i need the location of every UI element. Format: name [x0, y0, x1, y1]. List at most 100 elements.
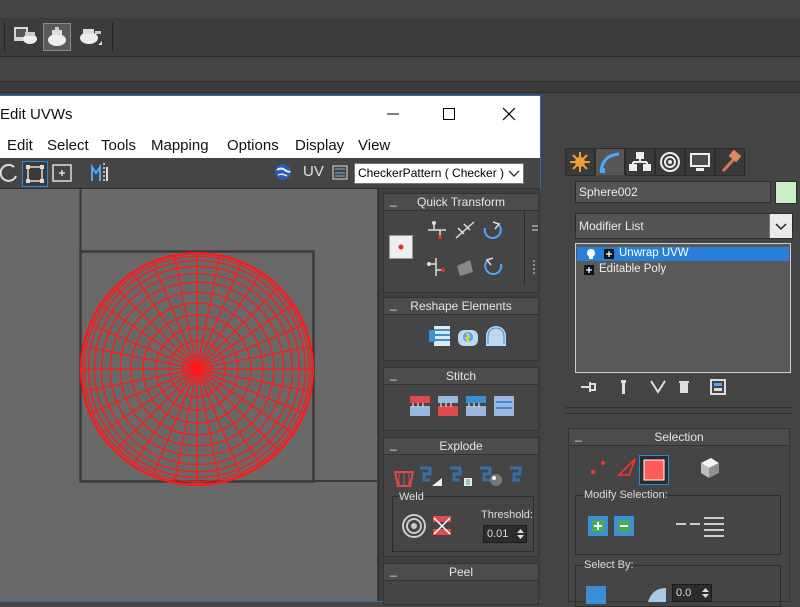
rotate-cw-icon[interactable] — [480, 218, 506, 244]
collapse-icon: _ — [390, 297, 397, 311]
selection-rollout-header[interactable]: _ Selection — [569, 428, 789, 446]
tab-create[interactable] — [565, 148, 595, 176]
remove-modifier-icon[interactable] — [674, 377, 694, 397]
explode-header[interactable]: _ Explode — [384, 437, 538, 455]
space-options-icon[interactable] — [530, 220, 538, 280]
uv-mesh[interactable] — [80, 252, 314, 486]
straighten-selection-icon[interactable] — [428, 324, 452, 348]
spinner-arrows-icon[interactable] — [516, 526, 525, 542]
break-icon[interactable] — [392, 464, 416, 488]
weld-target-icon[interactable] — [401, 513, 427, 539]
close-button[interactable] — [486, 96, 532, 132]
flatten-by-polygon-angle-icon[interactable] — [418, 464, 446, 488]
shrink-selection-icon[interactable] — [612, 514, 636, 538]
make-unique-icon[interactable] — [648, 377, 668, 397]
menu-view[interactable]: View — [358, 137, 390, 154]
pin-stack-icon[interactable] — [578, 377, 598, 397]
chevron-down-icon[interactable] — [508, 169, 520, 179]
object-name-text: Sphere002 — [579, 185, 638, 199]
menu-options[interactable]: Options — [227, 137, 279, 154]
menu-mapping[interactable]: Mapping — [151, 137, 209, 154]
checker-options-icon[interactable] — [332, 165, 348, 181]
peel-header[interactable]: _ Peel — [384, 563, 538, 581]
weld-selected-icon[interactable] — [429, 513, 455, 539]
pivot-point-button[interactable] — [389, 235, 413, 259]
object-name-field[interactable]: Sphere002 — [575, 181, 771, 203]
tab-motion[interactable] — [655, 148, 685, 176]
configure-modifier-sets-icon[interactable] — [708, 377, 728, 397]
ring-loop-icon[interactable] — [672, 512, 728, 540]
select-by-value: 0.0 — [676, 587, 692, 599]
flatten-by-smoothing-group-icon[interactable] — [448, 464, 476, 488]
modifier-list-dropdown[interactable]: Modifier List — [575, 213, 793, 239]
vertex-selection-icon[interactable] — [587, 455, 611, 479]
maximize-icon — [443, 108, 455, 120]
chevron-down-icon[interactable] — [769, 214, 792, 238]
scale-icon[interactable] — [50, 162, 74, 184]
stitch-custom-icon[interactable] — [492, 394, 516, 418]
menu-edit[interactable]: Edit — [7, 137, 33, 154]
relax-by-angles-icon[interactable] — [484, 324, 508, 348]
rotate-icon[interactable] — [0, 162, 18, 184]
freeform-mode-icon[interactable] — [22, 161, 48, 187]
flatten-custom-icon[interactable] — [508, 464, 536, 488]
select-by-element-icon[interactable] — [584, 584, 608, 604]
minimize-icon — [387, 113, 399, 115]
texture-dropdown[interactable]: CheckerPattern ( Checker ) — [354, 163, 524, 184]
quick-transform-header[interactable]: _ Quick Transform — [384, 193, 538, 211]
object-color-swatch[interactable] — [775, 181, 797, 204]
expand-plus-icon[interactable] — [603, 248, 615, 260]
threshold-spinner[interactable]: 0.01 — [483, 525, 527, 543]
render-production-icon[interactable] — [76, 23, 102, 49]
menu-tools[interactable]: Tools — [101, 137, 136, 154]
tab-utilities[interactable] — [715, 148, 745, 176]
minimize-button[interactable] — [370, 96, 416, 132]
window-titlebar[interactable]: Edit UVWs — [0, 96, 540, 132]
edge-selection-icon[interactable] — [615, 455, 639, 479]
lightbulb-icon[interactable] — [585, 248, 597, 260]
show-end-result-icon[interactable] — [614, 377, 634, 397]
stack-item-unwrap-uvw[interactable]: Unwrap UVW — [577, 247, 789, 261]
uv-viewport[interactable] — [0, 189, 377, 601]
globe-icon[interactable] — [273, 162, 293, 182]
tab-modify[interactable] — [595, 148, 625, 175]
flatten-by-material-id-icon[interactable] — [478, 464, 506, 488]
mirror-icon[interactable] — [88, 161, 114, 185]
face-selection-icon[interactable] — [639, 455, 669, 485]
collapse-icon: _ — [390, 437, 397, 451]
align-horizontal-icon[interactable] — [424, 254, 450, 280]
reshape-header[interactable]: _ Reshape Elements — [384, 297, 538, 315]
align-diagonal-icon[interactable] — [452, 218, 478, 244]
rotate-ccw-icon[interactable] — [480, 254, 506, 280]
spinner-arrows-icon[interactable] — [701, 585, 710, 601]
align-vertical-icon[interactable] — [424, 218, 450, 244]
toolbar-separator — [112, 22, 113, 52]
uv-label[interactable]: UV — [303, 163, 324, 180]
expand-plus-icon[interactable] — [583, 264, 595, 276]
stack-item-editable-poly[interactable]: Editable Poly — [577, 263, 789, 277]
select-by-spinner[interactable]: 0.0 — [672, 584, 712, 602]
threshold-value: 0.01 — [487, 528, 509, 540]
render-setup-icon[interactable] — [12, 23, 38, 49]
planar-angle-icon[interactable] — [646, 584, 668, 602]
stitch-header[interactable]: _ Stitch — [384, 367, 538, 385]
menu-display[interactable]: Display — [295, 137, 344, 154]
straighten-icon[interactable] — [452, 254, 478, 280]
grow-selection-icon[interactable] — [586, 514, 610, 538]
main-toolbar — [0, 18, 800, 57]
uv-mesh-spoke — [196, 368, 280, 452]
uv-canvas[interactable] — [0, 189, 377, 601]
tab-display[interactable] — [685, 148, 715, 176]
stitch-to-source-icon[interactable] — [408, 394, 432, 418]
modifier-stack: Unwrap UVW Editable Poly — [575, 243, 791, 373]
select-by-label: Select By: — [584, 559, 634, 571]
menu-select[interactable]: Select — [47, 137, 89, 154]
stitch-to-average-icon[interactable] — [464, 394, 488, 418]
element-selection-icon[interactable] — [697, 455, 723, 481]
maximize-button[interactable] — [426, 96, 472, 132]
rendered-frame-window-icon[interactable] — [43, 23, 71, 51]
relax-icon[interactable] — [456, 324, 480, 348]
tab-hierarchy[interactable] — [625, 148, 655, 176]
modify-selection-label: Modify Selection: — [584, 489, 668, 501]
stitch-to-target-icon[interactable] — [436, 394, 460, 418]
